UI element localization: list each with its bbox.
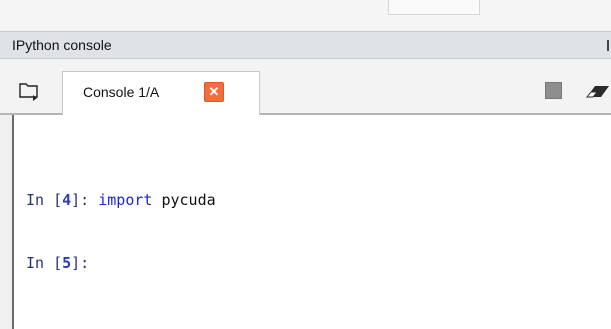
code-text: pycuda [152, 191, 216, 209]
prompt-suffix: ]: [71, 191, 99, 209]
toolbar-field[interactable] [388, 0, 480, 15]
console-output[interactable]: In [4]: import pycuda In [5]: [12, 115, 611, 329]
console-line: In [5]: [26, 254, 89, 272]
pane-titlebar: IPython console [0, 31, 611, 59]
eraser-icon[interactable] [583, 80, 611, 102]
prompt-prefix: In [ [26, 254, 63, 272]
code-keyword: import [98, 191, 153, 209]
prompt-suffix: ]: [71, 254, 90, 272]
prompt-number: 4 [62, 191, 72, 209]
top-toolbar-strip [0, 0, 611, 30]
tab-label: Console 1/A [83, 84, 160, 100]
folder-icon[interactable] [18, 81, 42, 101]
pane-title: IPython console [12, 37, 112, 53]
prompt-number: 5 [62, 254, 72, 272]
ipython-console-pane: IPython console Console 1/A ✕ In [4]: im… [0, 0, 611, 329]
close-icon[interactable]: ✕ [204, 82, 224, 102]
console-tab-bar: Console 1/A ✕ [0, 59, 611, 115]
pane-options-edge[interactable] [607, 40, 609, 51]
tab-console-1a[interactable]: Console 1/A ✕ [62, 71, 260, 115]
stop-icon[interactable] [545, 82, 562, 99]
console-line: In [4]: import pycuda [26, 191, 216, 209]
prompt-prefix: In [ [26, 191, 63, 209]
